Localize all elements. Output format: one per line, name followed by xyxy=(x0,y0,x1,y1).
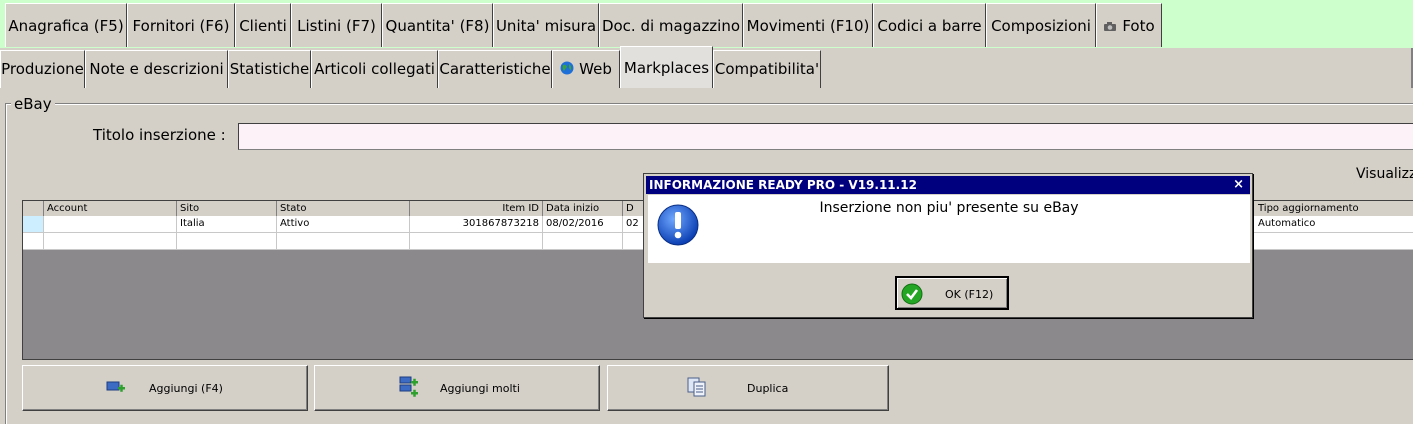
cell-data-inizio[interactable] xyxy=(543,233,623,249)
tab-label: Listini (F7) xyxy=(297,17,376,35)
titolo-inserzione-input[interactable] xyxy=(238,123,1413,150)
cell-tipo-aggiornamento[interactable]: Automatico xyxy=(1255,216,1413,232)
row-indicator[interactable] xyxy=(23,216,44,232)
tab-clienti[interactable]: Clienti xyxy=(235,3,291,47)
add-button-label: Aggiungi (F4) xyxy=(149,382,223,395)
tab-label: Caratteristiche xyxy=(439,60,551,78)
add-many-button-label: Aggiungi molti xyxy=(440,382,520,395)
dialog-title: INFORMAZIONE READY PRO - V19.11.12 xyxy=(649,178,917,192)
tab-label: Produzione xyxy=(1,60,84,78)
tab-label: Statistiche xyxy=(229,60,310,78)
tab-compatibilita[interactable]: Compatibilita' xyxy=(713,50,821,88)
cell-data-inizio[interactable]: 08/02/2016 xyxy=(543,216,623,232)
ok-button[interactable]: OK (F12) xyxy=(895,276,1009,310)
tab-caratteristiche[interactable]: Caratteristiche xyxy=(438,50,552,88)
column-header[interactable]: Data inizio xyxy=(543,201,623,216)
tab-label: Clienti xyxy=(239,17,287,35)
ok-button-label: OK (F12) xyxy=(945,288,994,301)
add-button[interactable]: Aggiungi (F4) xyxy=(22,365,308,411)
check-icon xyxy=(901,283,923,308)
tab-quantita[interactable]: Quantita' (F8) xyxy=(382,3,493,47)
tab-note-descrizioni[interactable]: Note e descrizioni xyxy=(85,50,228,88)
tab-label: Fornitori (F6) xyxy=(132,17,230,35)
header-indicator xyxy=(23,201,44,216)
tab-label: Foto xyxy=(1122,17,1155,35)
tab-anagrafica[interactable]: Anagrafica (F5) xyxy=(5,3,127,47)
tab-label: Anagrafica (F5) xyxy=(8,17,124,35)
cell-stato[interactable]: Attivo xyxy=(277,216,410,232)
cell-item-id[interactable]: 301867873218 xyxy=(410,216,543,232)
column-header[interactable]: Account xyxy=(44,201,177,216)
add-row-icon xyxy=(106,378,126,399)
tab-label: Movimenti (F10) xyxy=(746,17,870,35)
tab-movimenti[interactable]: Movimenti (F10) xyxy=(743,3,873,47)
tab-label: Doc. di magazzino xyxy=(601,17,741,35)
tab-label: Composizioni xyxy=(991,17,1091,35)
tab-doc-magazzino[interactable]: Doc. di magazzino xyxy=(599,3,743,47)
tab-markplaces[interactable]: Markplaces xyxy=(620,46,713,88)
row-indicator[interactable] xyxy=(23,233,44,249)
dialog-title-bar[interactable]: INFORMAZIONE READY PRO - V19.11.12 × xyxy=(646,176,1250,194)
tab-label: Compatibilita' xyxy=(714,60,820,78)
column-header[interactable]: Stato xyxy=(277,201,410,216)
cell-sito[interactable]: Italia xyxy=(177,216,277,232)
duplicate-icon xyxy=(686,376,708,401)
group-title: eBay xyxy=(11,95,55,113)
tab-label: Note e descrizioni xyxy=(89,60,224,78)
tab-codici-barre[interactable]: Codici a barre xyxy=(873,3,986,47)
visualizza-label: Visualizz xyxy=(1356,166,1413,182)
cell-account[interactable] xyxy=(44,233,177,249)
column-header[interactable]: Tipo aggiornamento xyxy=(1255,201,1413,216)
tab-label: Markplaces xyxy=(623,59,710,77)
titolo-label: Titolo inserzione : xyxy=(93,126,226,144)
tab-label: Articoli collegati xyxy=(314,60,435,78)
cell-item-id[interactable] xyxy=(410,233,543,249)
duplicate-button[interactable]: Duplica xyxy=(607,365,889,411)
tab-produzione[interactable]: Produzione xyxy=(0,50,85,88)
tab-label: Quantita' (F8) xyxy=(385,17,490,35)
column-header[interactable]: Item ID xyxy=(410,201,543,216)
cell-stato[interactable] xyxy=(277,233,410,249)
tab-foto[interactable]: Foto xyxy=(1096,3,1162,47)
close-icon[interactable]: × xyxy=(1233,176,1244,194)
tab-listini[interactable]: Listini (F7) xyxy=(291,3,382,47)
info-dialog: INFORMAZIONE READY PRO - V19.11.12 × Ins… xyxy=(643,173,1253,318)
dialog-message: Inserzione non piu' presente su eBay xyxy=(819,200,1079,216)
cell-sito[interactable] xyxy=(177,233,277,249)
cell-tipo-aggiornamento[interactable] xyxy=(1255,233,1413,249)
cell-account[interactable] xyxy=(44,216,177,232)
tab-articoli-collegati[interactable]: Articoli collegati xyxy=(311,50,438,88)
add-many-icon xyxy=(399,375,419,402)
duplicate-button-label: Duplica xyxy=(747,382,789,395)
tab-web[interactable]: Web xyxy=(552,50,620,88)
tab-label: Codici a barre xyxy=(877,17,982,35)
camera-icon xyxy=(1103,5,1117,48)
globe-icon xyxy=(560,52,574,88)
column-header[interactable]: Sito xyxy=(177,201,277,216)
add-many-button[interactable]: Aggiungi molti xyxy=(314,365,600,411)
dialog-body: Inserzione non piu' presente su eBay xyxy=(648,195,1250,263)
tab-fornitori[interactable]: Fornitori (F6) xyxy=(127,3,235,47)
tab-label: Web xyxy=(579,60,612,78)
tab-label: Unita' misura xyxy=(495,17,597,35)
tab-unita-misura[interactable]: Unita' misura xyxy=(493,3,599,47)
tab-composizioni[interactable]: Composizioni xyxy=(986,3,1096,47)
tab-statistiche[interactable]: Statistiche xyxy=(228,50,311,88)
